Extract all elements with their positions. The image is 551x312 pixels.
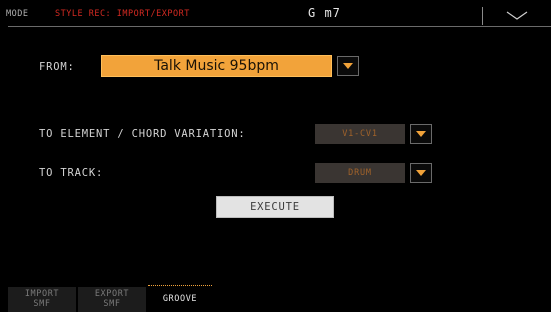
chord-display: G m7 [308,6,341,20]
to-element-label: TO ELEMENT / CHORD VARIATION: [39,128,246,140]
tab-groove[interactable]: GROOVE [148,287,212,312]
triangle-down-icon [416,170,426,176]
from-label: FROM: [39,61,75,73]
to-track-label: TO TRACK: [39,167,104,179]
header-divider [8,26,551,27]
triangle-down-icon [416,131,426,137]
page-menu-button[interactable] [483,5,551,26]
execute-button[interactable]: EXECUTE [216,196,334,218]
from-selector[interactable]: Talk Music 95bpm [101,55,332,77]
from-dropdown-button[interactable] [337,56,359,76]
tab-import-smf[interactable]: IMPORT SMF [8,287,76,312]
page-title: STYLE REC: IMPORT/EXPORT [55,9,190,19]
to-track-selector[interactable]: DRUM [315,163,405,183]
tab-export-line2: SMF [103,298,121,309]
from-value: Talk Music 95bpm [154,58,279,74]
to-track-dropdown-button[interactable] [410,163,432,183]
to-element-dropdown-button[interactable] [410,124,432,144]
active-tab-indicator [148,285,212,286]
screen: MODE STYLE REC: IMPORT/EXPORT G m7 FROM:… [0,0,551,312]
tab-export-smf[interactable]: EXPORT SMF [78,287,146,312]
to-element-value: V1-CV1 [342,129,378,139]
to-element-selector[interactable]: V1-CV1 [315,124,405,144]
header-bar: MODE STYLE REC: IMPORT/EXPORT G m7 [0,0,551,26]
chevron-down-icon [506,11,528,20]
execute-label: EXECUTE [250,201,300,213]
tab-groove-label: GROOVE [162,293,198,304]
triangle-down-icon [343,63,353,69]
tab-import-line2: SMF [33,298,51,309]
mode-label: MODE [6,9,29,19]
to-track-value: DRUM [348,168,372,178]
